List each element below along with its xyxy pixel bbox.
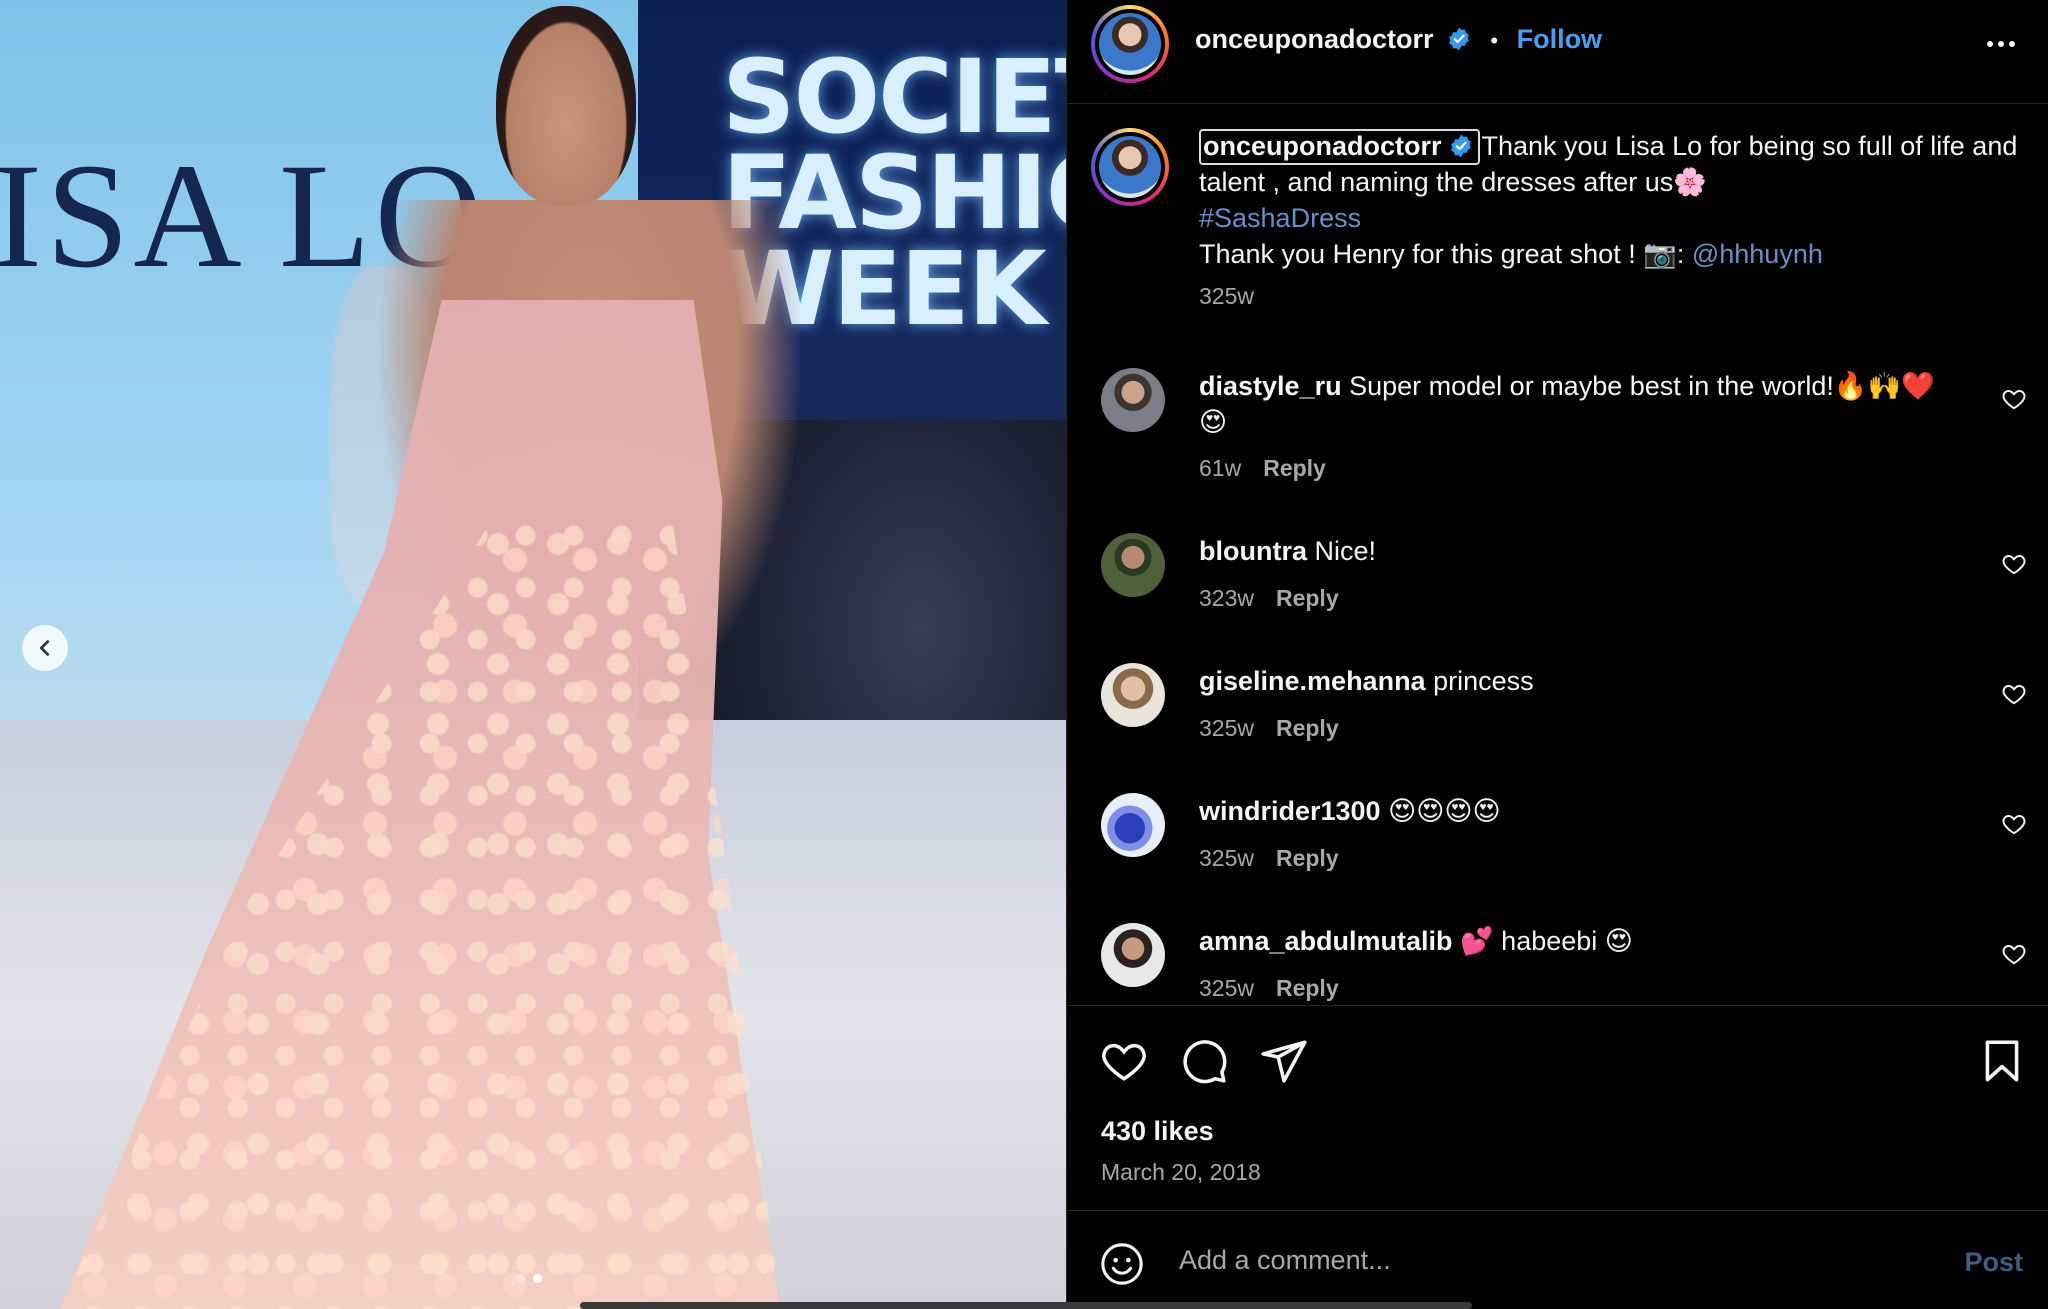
reply-button[interactable]: Reply bbox=[1276, 715, 1339, 741]
caption-text: onceuponadoctorr Thank you Lisa Lo for be… bbox=[1199, 128, 2019, 314]
caption-hashtag[interactable]: #SashaDress bbox=[1199, 203, 1361, 233]
comment-text: 😍😍😍😍 bbox=[1388, 796, 1501, 826]
header-separator: • bbox=[1490, 28, 1499, 53]
post-date: March 20, 2018 bbox=[1101, 1159, 1261, 1185]
post-side-panel: onceuponadoctorr • Follow onceuponadocto… bbox=[1066, 0, 2048, 1309]
comment-body: blountra Nice! bbox=[1199, 533, 1959, 569]
photo-model-head bbox=[496, 6, 636, 206]
caption-timestamp: 325w bbox=[1199, 283, 1254, 309]
comment-avatar[interactable] bbox=[1101, 663, 1165, 727]
comment-time: 323w bbox=[1199, 585, 1254, 611]
avatar-image bbox=[1099, 136, 1161, 198]
comment-username[interactable]: amna_abdulmutalib bbox=[1199, 926, 1453, 956]
caption-avatar[interactable] bbox=[1091, 128, 1169, 206]
caption-body-2: Thank you Henry for this great shot ! 📷: bbox=[1199, 239, 1692, 269]
comment-username[interactable]: giseline.mehanna bbox=[1199, 666, 1426, 696]
comment-input[interactable] bbox=[1179, 1233, 1879, 1287]
comment-username[interactable]: blountra bbox=[1199, 536, 1307, 566]
heart-icon[interactable] bbox=[2001, 681, 2027, 707]
post-photo[interactable]: ISA LO SOCIETY FASHION WEEK bbox=[0, 0, 1066, 1309]
comment-body: amna_abdulmutalib 💕 habeebi 😍 bbox=[1199, 923, 1959, 959]
comment-meta: 61w Reply bbox=[1199, 455, 1326, 482]
author-avatar[interactable] bbox=[1091, 5, 1169, 83]
like-heart-icon[interactable] bbox=[1099, 1036, 1149, 1086]
verified-badge-icon bbox=[1449, 27, 1469, 51]
comment-meta: 325w Reply bbox=[1199, 845, 1339, 872]
comment-username[interactable]: diastyle_ru bbox=[1199, 371, 1342, 401]
post-actions: 430 likes March 20, 2018 bbox=[1067, 1005, 2048, 1210]
header-username[interactable]: onceuponadoctorr bbox=[1195, 24, 1434, 54]
comment-bubble-icon[interactable] bbox=[1179, 1036, 1229, 1086]
heart-icon[interactable] bbox=[2001, 941, 2027, 967]
carousel-dot-active bbox=[533, 1274, 542, 1283]
comment-time: 325w bbox=[1199, 715, 1254, 741]
post-header: onceuponadoctorr • Follow bbox=[1067, 0, 2048, 104]
comment-body: windrider1300 😍😍😍😍 bbox=[1199, 793, 1959, 829]
comment-username[interactable]: windrider1300 bbox=[1199, 796, 1381, 826]
likes-count[interactable]: 430 likes bbox=[1101, 1116, 1214, 1147]
comment-avatar[interactable] bbox=[1101, 368, 1165, 432]
heart-icon[interactable] bbox=[2001, 551, 2027, 577]
comment-body: giseline.mehanna princess bbox=[1199, 663, 1959, 699]
comment-time: 325w bbox=[1199, 975, 1254, 1001]
comment-time: 61w bbox=[1199, 455, 1242, 481]
carousel-prev-button[interactable] bbox=[22, 625, 68, 671]
comment-body: diastyle_ru Super model or maybe best in… bbox=[1199, 368, 1959, 440]
heart-icon[interactable] bbox=[2001, 386, 2027, 412]
reply-button[interactable]: Reply bbox=[1276, 845, 1339, 871]
verified-badge-icon bbox=[1450, 134, 1471, 158]
caption-mention[interactable]: @hhhuynh bbox=[1692, 239, 1823, 269]
follow-button[interactable]: Follow bbox=[1517, 24, 1602, 54]
comment-meta: 323w Reply bbox=[1199, 585, 1339, 612]
comment-text: princess bbox=[1433, 666, 1534, 696]
emoji-icon[interactable] bbox=[1099, 1241, 1145, 1287]
horizontal-scrollbar[interactable] bbox=[580, 1302, 1472, 1309]
post-comment-button[interactable]: Post bbox=[1964, 1247, 2023, 1278]
bookmark-icon[interactable] bbox=[1977, 1036, 2027, 1086]
comment-avatar[interactable] bbox=[1101, 923, 1165, 987]
caption-username[interactable]: onceuponadoctorr bbox=[1199, 129, 1480, 165]
heart-icon[interactable] bbox=[2001, 811, 2027, 837]
reply-button[interactable]: Reply bbox=[1276, 975, 1339, 1001]
avatar-image bbox=[1099, 13, 1161, 75]
comment-text: Nice! bbox=[1314, 536, 1377, 566]
carousel-dots bbox=[516, 1274, 542, 1283]
comment-meta: 325w Reply bbox=[1199, 975, 1339, 1002]
comment-meta: 325w Reply bbox=[1199, 715, 1339, 742]
reply-button[interactable]: Reply bbox=[1276, 585, 1339, 611]
add-comment-bar: Post bbox=[1067, 1210, 2048, 1309]
more-options-icon[interactable] bbox=[1983, 26, 2019, 62]
comment-time: 325w bbox=[1199, 845, 1254, 871]
chevron-left-icon bbox=[39, 640, 50, 656]
comment-avatar[interactable] bbox=[1101, 793, 1165, 857]
share-send-icon[interactable] bbox=[1259, 1036, 1309, 1086]
carousel-dot bbox=[516, 1274, 525, 1283]
reply-button[interactable]: Reply bbox=[1263, 455, 1326, 481]
caption-username-label: onceuponadoctorr bbox=[1203, 131, 1442, 161]
comment-text: 💕 habeebi 😍 bbox=[1460, 926, 1633, 956]
comment-avatar[interactable] bbox=[1101, 533, 1165, 597]
